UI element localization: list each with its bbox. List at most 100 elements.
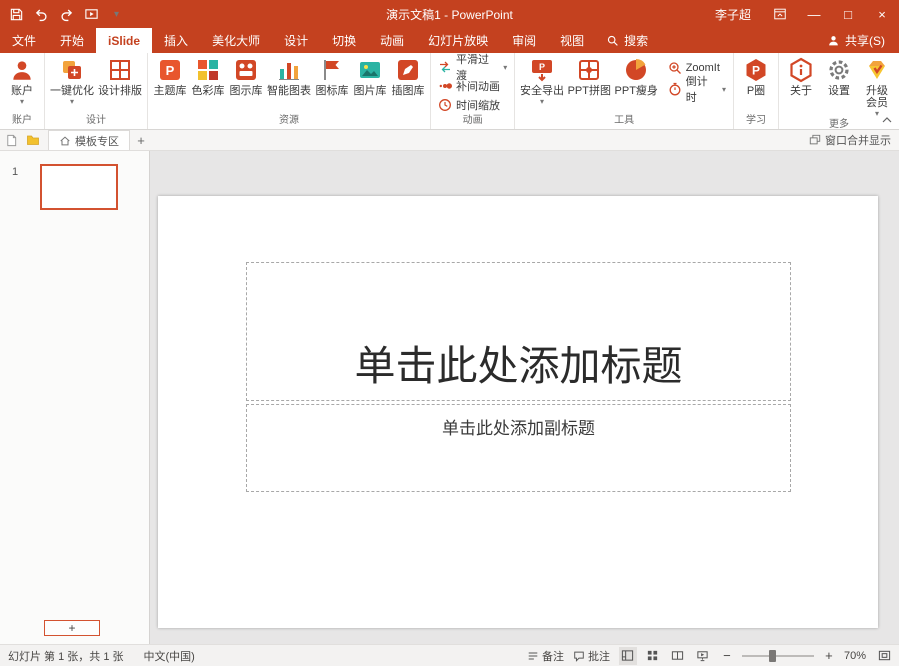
undo-button[interactable]: [29, 0, 54, 28]
start-slideshow-button[interactable]: [79, 0, 104, 28]
slideshow-view-button[interactable]: [694, 647, 712, 665]
document-tab-bar: 模板专区 + 窗口合并显示: [0, 130, 899, 151]
tab-template-zone[interactable]: 模板专区: [48, 130, 130, 150]
tab-view[interactable]: 视图: [548, 28, 596, 53]
one-click-optimize-button[interactable]: 一键优化 ▾: [48, 55, 96, 106]
notes-button[interactable]: 备注: [527, 648, 564, 664]
qat-customize-button[interactable]: ▾: [104, 0, 129, 28]
zoom-out-button[interactable]: −: [721, 648, 733, 663]
group-label-tools: 工具: [614, 115, 635, 126]
close-button[interactable]: ×: [865, 0, 899, 28]
tab-insert[interactable]: 插入: [152, 28, 200, 53]
upgrade-member-label: 升级会员: [866, 85, 888, 109]
theme-library-button[interactable]: P 主题库: [151, 55, 189, 97]
new-document-button[interactable]: [0, 130, 22, 150]
svg-text:P: P: [539, 62, 545, 72]
bar-chart-icon: [276, 57, 302, 83]
slide[interactable]: 单击此处添加标题 单击此处添加副标题: [158, 196, 878, 628]
about-button[interactable]: 关于: [782, 55, 820, 97]
maximize-button[interactable]: □: [831, 0, 865, 28]
new-tab-button[interactable]: +: [130, 133, 152, 148]
home-icon: [59, 135, 71, 147]
safe-export-icon: P: [529, 57, 555, 83]
search-button[interactable]: 搜索: [596, 28, 658, 53]
share-button[interactable]: 共享(S): [813, 28, 899, 53]
tab-meihua-dashi[interactable]: 美化大师: [200, 28, 272, 53]
upgrade-member-button[interactable]: 升级会员 ▾: [858, 55, 896, 118]
zoom-level[interactable]: 70%: [844, 650, 866, 662]
add-slide-button[interactable]: +: [44, 620, 100, 636]
language-indicator[interactable]: 中文(中国): [144, 648, 195, 664]
reading-view-button[interactable]: [669, 647, 687, 665]
tab-transitions[interactable]: 切换: [320, 28, 368, 53]
ribbon-group-resources: P 主题库 色彩库 图示库 智能图表 图标库 图片库 插图库 资源: [148, 53, 431, 129]
comments-label: 批注: [587, 650, 610, 663]
ppt-puzzle-button[interactable]: PPT拼图: [566, 55, 613, 97]
redo-button[interactable]: [54, 0, 79, 28]
group-label-learning: 学习: [746, 115, 766, 126]
diagram-library-button[interactable]: 图示库: [227, 55, 265, 97]
smart-chart-button[interactable]: 智能图表: [265, 55, 313, 97]
ppt-slim-button[interactable]: PPT瘦身: [613, 55, 660, 97]
normal-view-button[interactable]: [618, 646, 637, 665]
undo-icon: [34, 7, 49, 22]
tab-home[interactable]: 开始: [48, 28, 96, 53]
titlebar: ▾ 演示文稿1 - PowerPoint 李子超 — □ ×: [0, 0, 899, 28]
smooth-transition-button[interactable]: 平滑过渡 ▾: [434, 54, 511, 82]
tab-file[interactable]: 文件: [0, 28, 48, 53]
illustration-library-button[interactable]: 插图库: [389, 55, 427, 97]
collapse-ribbon-button[interactable]: [880, 115, 894, 125]
safe-export-button[interactable]: P 安全导出 ▾: [518, 55, 566, 106]
tab-animations[interactable]: 动画: [368, 28, 416, 53]
save-button[interactable]: [4, 0, 29, 28]
tab-design[interactable]: 设计: [272, 28, 320, 53]
tab-review[interactable]: 审阅: [500, 28, 548, 53]
smooth-transition-icon: [438, 60, 452, 74]
about-label: 关于: [790, 85, 812, 97]
merge-windows-toggle[interactable]: 窗口合并显示: [809, 132, 899, 148]
account-button[interactable]: 账户 ▾: [3, 55, 41, 106]
one-click-optimize-icon: [59, 57, 85, 83]
slide-thumbnail[interactable]: [40, 164, 118, 210]
tab-islide[interactable]: iSlide: [96, 28, 153, 53]
view-switcher: [618, 646, 712, 665]
chevron-down-icon: ▾: [721, 84, 726, 94]
svg-text:P: P: [166, 63, 175, 78]
search-icon: [606, 34, 619, 47]
tab-slideshow[interactable]: 幻灯片放映: [416, 28, 500, 53]
open-folder-button[interactable]: [22, 130, 44, 150]
comment-bubble-icon: [573, 650, 585, 662]
tween-animation-button[interactable]: 补间动画: [434, 77, 504, 95]
slide-number: 1: [12, 166, 19, 178]
icon-library-label: 图标库: [315, 85, 349, 97]
ribbon-display-options-button[interactable]: [763, 0, 797, 28]
user-icon: [9, 57, 35, 83]
window-title: 演示文稿1 - PowerPoint: [386, 7, 513, 22]
design-layout-button[interactable]: 设计排版: [96, 55, 144, 97]
settings-button[interactable]: 设置: [820, 55, 858, 97]
user-name[interactable]: 李子超: [715, 6, 751, 23]
countdown-label: 倒计时: [685, 76, 708, 104]
slide-info[interactable]: 幻灯片 第 1 张，共 1 张: [8, 648, 124, 664]
zoom-slider-thumb[interactable]: [769, 649, 777, 662]
subtitle-placeholder[interactable]: 单击此处添加副标题: [246, 404, 791, 492]
slide-sorter-view-button[interactable]: [644, 647, 662, 665]
book-icon: [671, 649, 684, 662]
icon-library-button[interactable]: 图标库: [313, 55, 351, 97]
p-circle-button[interactable]: P P圈: [737, 55, 775, 97]
merge-windows-label: 窗口合并显示: [825, 135, 891, 147]
timeline-zoom-button[interactable]: 时间缩放: [434, 96, 504, 114]
title-placeholder[interactable]: 单击此处添加标题: [246, 262, 791, 401]
merge-windows-icon: [809, 134, 821, 146]
fit-to-window-button[interactable]: [875, 647, 893, 665]
chevron-down-icon: ▾: [19, 97, 24, 106]
comments-button[interactable]: 批注: [573, 648, 610, 664]
zoom-in-button[interactable]: +: [823, 648, 835, 663]
diagram-library-label: 图示库: [229, 85, 263, 97]
zoom-slider[interactable]: [741, 649, 814, 662]
color-library-button[interactable]: 色彩库: [189, 55, 227, 97]
picture-library-button[interactable]: 图片库: [351, 55, 389, 97]
minimize-button[interactable]: —: [797, 0, 831, 28]
chevron-down-icon: ▾: [503, 62, 508, 72]
countdown-button[interactable]: 倒计时 ▾: [664, 76, 730, 104]
